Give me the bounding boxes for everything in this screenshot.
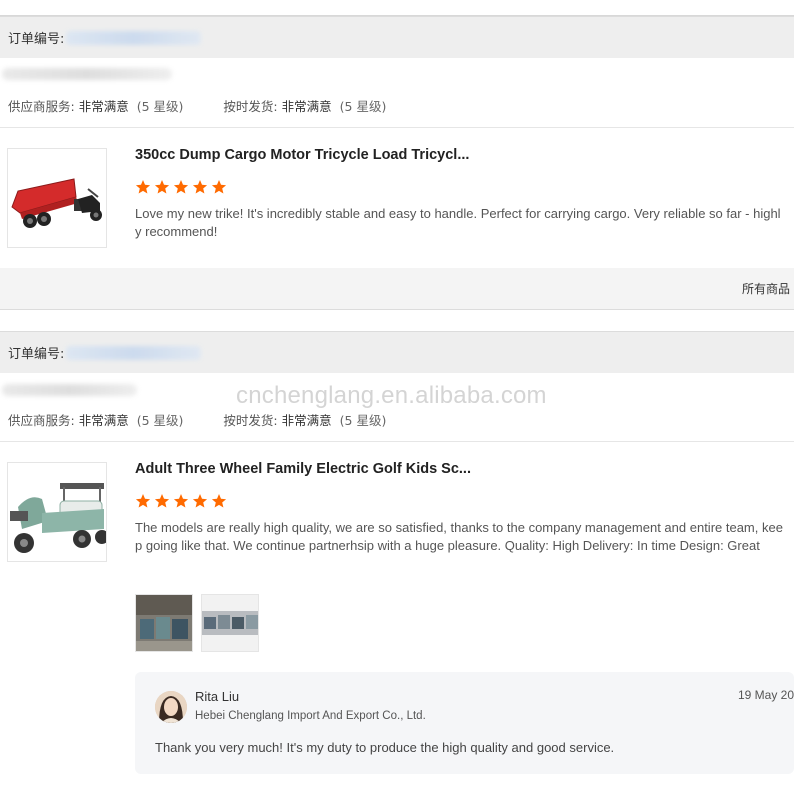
order-header: 订单编号: xyxy=(0,16,794,58)
star-icon xyxy=(173,180,189,194)
order-number-label: 订单编号: xyxy=(8,347,65,362)
buyer-name-redacted xyxy=(2,384,137,396)
review-photo[interactable] xyxy=(135,594,193,652)
reply-company: Hebei Chenglang Import And Export Co., L… xyxy=(195,710,426,722)
order-number-redacted xyxy=(66,30,202,45)
review-text: Love my new trike! It's incredibly stabl… xyxy=(135,206,781,239)
red-dump-tricycle-icon xyxy=(11,178,102,228)
supplier-service-rating: 供应商服务: 非常满意 (5 星级) xyxy=(8,410,183,429)
review-text: The models are really high quality, we a… xyxy=(135,520,783,553)
star-rating xyxy=(135,179,227,195)
shipping-label: 按时发货: xyxy=(223,413,278,428)
product-title[interactable]: Adult Three Wheel Family Electric Golf K… xyxy=(135,461,471,477)
shipping-level: (5 星级) xyxy=(339,99,387,114)
buyer-name-redacted xyxy=(2,68,172,80)
supplier-ratings: 供应商服务: 非常满意 (5 星级) 按时发货: 非常满意 (5 星级) xyxy=(8,96,386,115)
divider xyxy=(0,441,794,442)
supplier-service-rating: 供应商服务: 非常满意 (5 星级) xyxy=(8,96,183,115)
shipping-rating: 按时发货: 非常满意 (5 星级) xyxy=(223,96,386,115)
star-icon xyxy=(154,180,170,194)
star-icon xyxy=(173,494,189,508)
star-icon xyxy=(135,494,151,508)
shipping-level: (5 星级) xyxy=(339,413,387,428)
order-header: 订单编号: xyxy=(0,331,794,373)
avatar xyxy=(155,691,187,723)
supplier-service-label: 供应商服务: xyxy=(8,413,75,428)
star-icon xyxy=(192,494,208,508)
reply-date: 19 May 2024 xyxy=(738,688,794,702)
star-icon xyxy=(211,180,227,194)
green-electric-tricycle-icon xyxy=(10,483,106,553)
order-footer: 所有商品 xyxy=(0,268,794,310)
supplier-service-value: 非常满意 xyxy=(78,413,129,428)
divider xyxy=(0,127,794,128)
star-icon xyxy=(154,494,170,508)
product-thumbnail[interactable] xyxy=(7,148,107,248)
star-icon xyxy=(192,180,208,194)
supplier-service-value: 非常满意 xyxy=(78,99,129,114)
tricycles-showroom-photo-icon xyxy=(202,595,258,651)
supplier-ratings: 供应商服务: 非常满意 (5 星级) 按时发货: 非常满意 (5 星级) xyxy=(8,410,386,429)
top-strip xyxy=(0,0,794,16)
order-number-redacted xyxy=(66,345,202,360)
supplier-service-label: 供应商服务: xyxy=(8,99,75,114)
shipping-value: 非常满意 xyxy=(281,99,332,114)
shipping-label: 按时发货: xyxy=(223,99,278,114)
reply-author-name: Rita Liu xyxy=(195,689,240,704)
product-thumbnail[interactable] xyxy=(7,462,107,562)
tricycles-row-photo-icon xyxy=(136,595,192,651)
star-icon xyxy=(211,494,227,508)
person-avatar-icon xyxy=(155,691,187,723)
star-rating xyxy=(135,493,227,509)
shipping-rating: 按时发货: 非常满意 (5 星级) xyxy=(223,410,386,429)
supplier-service-level: (5 星级) xyxy=(136,99,184,114)
shipping-value: 非常满意 xyxy=(281,413,332,428)
supplier-service-level: (5 星级) xyxy=(136,413,184,428)
supplier-reply: Rita Liu Hebei Chenglang Import And Expo… xyxy=(135,672,794,774)
star-icon xyxy=(135,180,151,194)
product-title[interactable]: 350cc Dump Cargo Motor Tricycle Load Tri… xyxy=(135,147,469,163)
watermark: cnchenglang.en.alibaba.com xyxy=(236,382,547,409)
order-number-label: 订单编号: xyxy=(8,32,65,47)
review-photo[interactable] xyxy=(201,594,259,652)
all-products-link[interactable]: 所有商品 xyxy=(742,280,790,297)
reply-text: Thank you very much! It's my duty to pro… xyxy=(155,740,615,755)
